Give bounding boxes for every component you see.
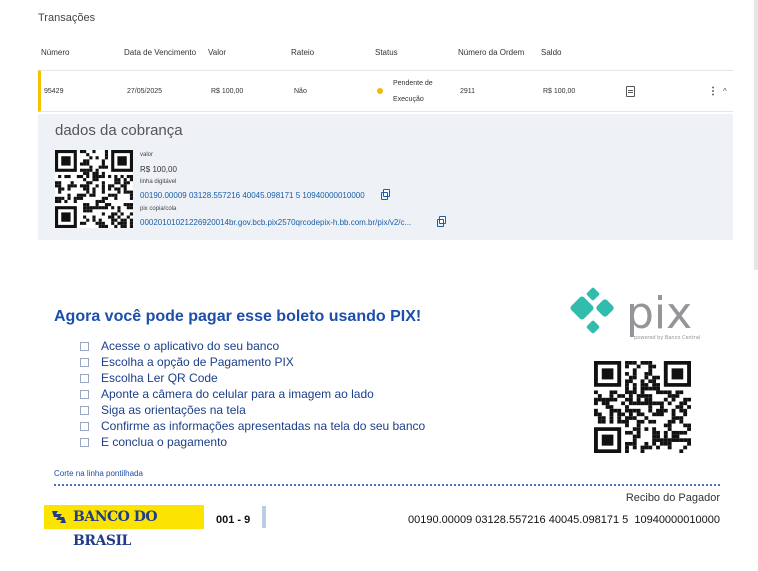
pix-logo-tagline: powered by Banco Central xyxy=(634,335,700,341)
cell-valor: R$ 100,00 xyxy=(211,88,244,95)
pix-headline: Agora você pode pagar esse boleto usando… xyxy=(54,308,422,325)
qr-code-icon xyxy=(55,150,133,228)
pix-label: pix copia/cola xyxy=(140,206,177,212)
list-item: E conclua o pagamento xyxy=(80,434,425,450)
list-item: Confirme as informações apresentadas na … xyxy=(80,418,425,434)
list-item: Aponte a câmera do celular para a imagem… xyxy=(80,386,425,402)
bank-name: BANCO DO BRASIL xyxy=(73,509,158,549)
bank-code: 001 - 9 xyxy=(216,514,251,526)
pix-logo-icon: pix powered by Banco Central xyxy=(570,287,700,341)
linha-digitavel: 00190.00009 03128.557216 40045.098171 5 … xyxy=(408,514,720,526)
more-vert-icon[interactable]: ⋮ xyxy=(708,86,718,97)
billing-details: dados da cobrança valor R$ 100,00 linha … xyxy=(38,114,733,240)
linha-label: linha digitável xyxy=(140,179,177,185)
banco-do-brasil-logo: BANCO DO BRASIL xyxy=(44,505,204,549)
col-vencimento[interactable]: Data de Vencimento xyxy=(124,48,196,57)
col-rateio[interactable]: Rateio xyxy=(291,48,314,57)
cell-status-line1: Pendente de xyxy=(393,80,433,87)
cell-saldo: R$ 100,00 xyxy=(543,88,576,95)
cell-numero: 95429 xyxy=(44,88,64,95)
table-header: Número Data de Vencimento Valor Rateio S… xyxy=(38,48,735,62)
cut-line xyxy=(54,484,720,486)
list-item: Siga as orientações na tela xyxy=(80,402,425,418)
list-item: Escolha Ler QR Code xyxy=(80,370,425,386)
col-saldo[interactable]: Saldo xyxy=(541,48,561,57)
section-title: Transações xyxy=(38,12,96,24)
col-valor[interactable]: Valor xyxy=(208,48,226,57)
table-row[interactable]: 95429 27/05/2025 R$ 100,00 Não Pendente … xyxy=(38,70,733,112)
bb-symbol-icon xyxy=(52,511,66,523)
copy-icon[interactable] xyxy=(381,189,390,200)
pix-copia-cola-value: 00020101021226920014br.gov.bcb.pix2570qr… xyxy=(140,218,412,227)
cut-label: Corte na linha pontilhada xyxy=(54,469,143,478)
col-numero[interactable]: Número xyxy=(41,48,69,57)
chevron-up-icon[interactable]: ^ xyxy=(723,87,727,96)
pix-logo-text: pix xyxy=(626,288,692,339)
valor-label: valor xyxy=(140,152,154,158)
list-item: Escolha a opção de Pagamento PIX xyxy=(80,354,425,370)
copy-pix-icon[interactable] xyxy=(437,216,446,227)
cell-ordem: 2911 xyxy=(460,88,476,95)
document-icon[interactable] xyxy=(626,86,635,97)
cell-vencimento: 27/05/2025 xyxy=(127,88,163,95)
col-status[interactable]: Status xyxy=(375,48,398,57)
details-title: dados da cobrança xyxy=(55,122,183,139)
recibo-label: Recibo do Pagador xyxy=(625,492,720,504)
pix-steps: Acesse o aplicativo do seu banco Escolha… xyxy=(80,338,425,450)
pix-qr-code-icon xyxy=(594,361,691,453)
list-item: Acesse o aplicativo do seu banco xyxy=(80,338,425,354)
status-dot-icon xyxy=(377,88,383,94)
cell-rateio: Não xyxy=(294,88,307,95)
linha-digitavel-value: 00190.00009 03128.557216 40045.098171 5 … xyxy=(140,191,365,200)
cell-status-line2: Execução xyxy=(393,96,424,103)
valor-value: R$ 100,00 xyxy=(140,165,177,174)
col-ordem[interactable]: Número da Ordem xyxy=(458,48,524,57)
scrollbar[interactable] xyxy=(754,0,758,270)
divider xyxy=(262,506,266,528)
